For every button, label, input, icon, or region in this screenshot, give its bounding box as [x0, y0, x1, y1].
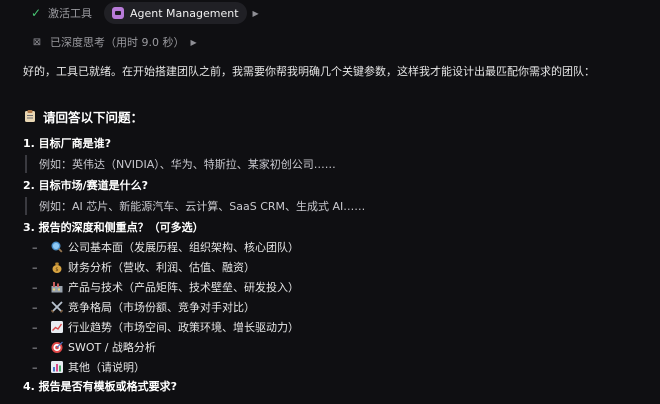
svg-text:$: $	[55, 267, 58, 273]
section-title: 请回答以下问题：	[43, 109, 144, 125]
question-3-title: 3. 报告的深度和侧重点？（可多选）	[23, 221, 204, 234]
question-4-title: 4. 报告是否有模板或格式要求?	[23, 380, 178, 393]
clipboard-icon	[25, 110, 35, 122]
bullet: –	[32, 340, 38, 354]
question-2-title: 2. 目标市场/赛道是什么?	[23, 179, 149, 192]
bullet: –	[32, 300, 38, 314]
list-item: – 其他（请说明）	[32, 358, 145, 376]
thinking-label: 已深度思考（用时 9.0 秒）	[50, 36, 185, 49]
agent-management-chip[interactable]: Agent Management	[104, 2, 247, 24]
intro-text: 好的，工具已就绪。在开始搭建团队之前，我需要你帮我明确几个关键参数，这样我才能设…	[23, 65, 595, 78]
list-item: – 公司基本面（发展历程、组织架构、核心团队）	[32, 238, 299, 256]
question-1-title: 1. 目标厂商是谁?	[23, 137, 112, 150]
list-item: – 竞争格局（市场份额、竞争对手对比）	[32, 298, 255, 316]
option-label: SWOT / 战略分析	[68, 341, 156, 354]
magnifier-icon	[51, 241, 63, 253]
thinking-caret-icon[interactable]: ▶	[191, 38, 197, 47]
option-label: 财务分析（营收、利润、估值、融资）	[68, 261, 255, 274]
option-label: 其他（请说明）	[68, 361, 145, 374]
thinking-status-row[interactable]: ⊠ 已深度思考（用时 9.0 秒） ▶	[30, 32, 197, 52]
list-item: – SWOT / 战略分析	[32, 338, 156, 356]
crossed-swords-icon	[50, 301, 64, 313]
expand-caret-icon[interactable]: ▶	[253, 9, 259, 18]
bullet: –	[32, 280, 38, 294]
section-title-row: 请回答以下问题：	[23, 106, 143, 126]
option-label: 竞争格局（市场份额、竞争对手对比）	[68, 301, 255, 314]
question-2-example: 例如：AI 芯片、新能源汽车、云计算、SaaS CRM、生成式 AI……	[25, 197, 365, 215]
bullet: –	[32, 240, 38, 254]
agent-management-label: Agent Management	[130, 6, 239, 20]
trend-chart-icon	[51, 321, 63, 333]
check-icon: ✓	[30, 6, 42, 20]
target-icon	[51, 341, 63, 353]
factory-icon	[51, 282, 63, 293]
option-label: 产品与技术（产品矩阵、技术壁垒、研发投入）	[68, 281, 299, 294]
question-1-example: 例如：英伟达（NVIDIA）、华为、特斯拉、某家初创公司……	[25, 155, 336, 173]
option-label: 公司基本面（发展历程、组织架构、核心团队）	[68, 241, 299, 254]
thinking-icon: ⊠	[32, 36, 42, 48]
list-item: – 产品与技术（产品矩阵、技术壁垒、研发投入）	[32, 278, 299, 296]
bullet: –	[32, 260, 38, 274]
bullet: –	[32, 360, 38, 374]
option-label: 行业趋势（市场空间、政策环境、增长驱动力）	[68, 321, 299, 334]
bar-chart-icon	[51, 361, 63, 373]
activate-tool-label: 激活工具	[48, 7, 92, 20]
robot-icon	[112, 7, 124, 19]
money-bag-icon: $	[52, 262, 62, 273]
list-item: – 行业趋势（市场空间、政策环境、增长驱动力）	[32, 318, 299, 336]
list-item: – $ 财务分析（营收、利润、估值、融资）	[32, 258, 255, 276]
bullet: –	[32, 320, 38, 334]
tool-activation-row: ✓ 激活工具 Agent Management ▶	[28, 2, 259, 24]
